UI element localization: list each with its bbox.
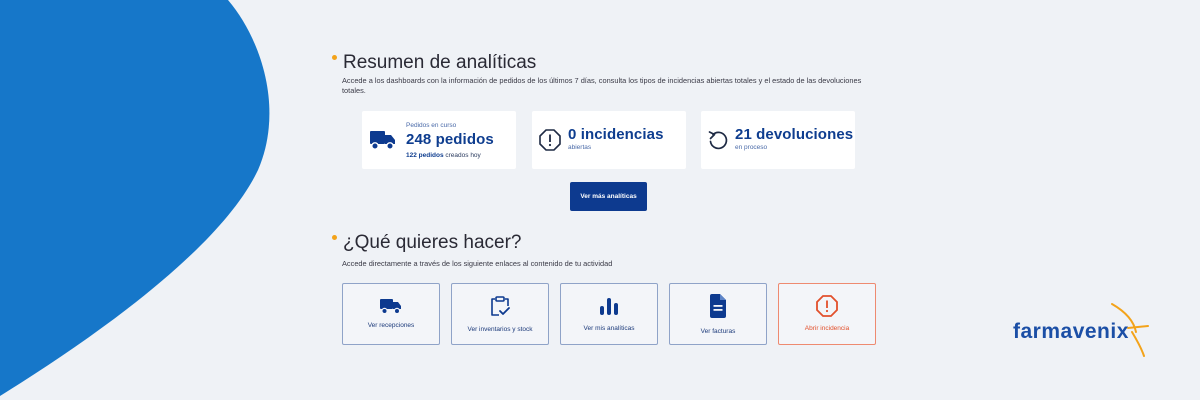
incidents-subtext: abiertas	[568, 144, 592, 151]
receptions-action-card[interactable]: Ver recepciones	[342, 283, 440, 345]
bullet-dot	[332, 235, 337, 241]
actions-section-title: ¿Qué quieres hacer?	[332, 232, 522, 254]
alert-octagon-icon	[816, 295, 838, 317]
open-incident-action-label: Abrir incidencia	[804, 325, 850, 332]
incidents-value: 0 incidencias	[568, 126, 664, 143]
returns-subtext: en proceso	[735, 144, 768, 151]
orders-today-label: creados hoy	[445, 152, 481, 159]
clipboard-check-icon	[491, 296, 510, 316]
returns-metric-card[interactable]: 21 devoluciones en proceso	[701, 111, 855, 169]
inventory-action-label: Ver inventarios y stock	[467, 326, 533, 333]
truck-icon	[370, 131, 395, 150]
bar-chart-icon	[600, 298, 618, 315]
analytics-action-label: Ver mis analíticas	[583, 325, 635, 332]
orders-today-count: 122 pedidos	[406, 152, 444, 159]
document-icon	[710, 294, 726, 318]
analytics-title-text: Resumen de analíticas	[343, 52, 537, 73]
orders-value: 248 pedidos	[406, 131, 494, 148]
invoices-action-card[interactable]: Ver facturas	[669, 283, 767, 345]
open-incident-action-card[interactable]: Abrir incidencia	[778, 283, 876, 345]
invoices-action-label: Ver facturas	[700, 328, 736, 335]
orders-subtext: 122 pedidos creados hoy	[406, 152, 481, 159]
analytics-section-description: Accede a los dashboards con la informaci…	[342, 76, 862, 95]
truck-icon	[380, 299, 401, 315]
more-analytics-button[interactable]: Ver más analíticas	[570, 182, 647, 211]
actions-section-description: Accede directamente a través de los sigu…	[342, 259, 613, 268]
background-shape	[0, 0, 270, 396]
orders-label: Pedidos en curso	[406, 122, 457, 129]
incidents-metric-card[interactable]: 0 incidencias abiertas	[532, 111, 686, 169]
logo-text: farmavenix	[1013, 320, 1129, 343]
receptions-action-label: Ver recepciones	[367, 322, 415, 329]
alert-octagon-icon	[539, 129, 561, 151]
farmavenix-logo: farmavenix	[1008, 298, 1153, 360]
analytics-section-title: Resumen de analíticas	[332, 52, 536, 74]
actions-title-text: ¿Qué quieres hacer?	[343, 232, 522, 253]
analytics-action-card[interactable]: Ver mis analíticas	[560, 283, 658, 345]
return-arrow-icon	[708, 131, 728, 150]
inventory-action-card[interactable]: Ver inventarios y stock	[451, 283, 549, 345]
returns-value: 21 devoluciones	[735, 126, 854, 143]
orders-metric-card[interactable]: Pedidos en curso 248 pedidos 122 pedidos…	[362, 111, 516, 169]
bullet-dot	[332, 55, 337, 61]
